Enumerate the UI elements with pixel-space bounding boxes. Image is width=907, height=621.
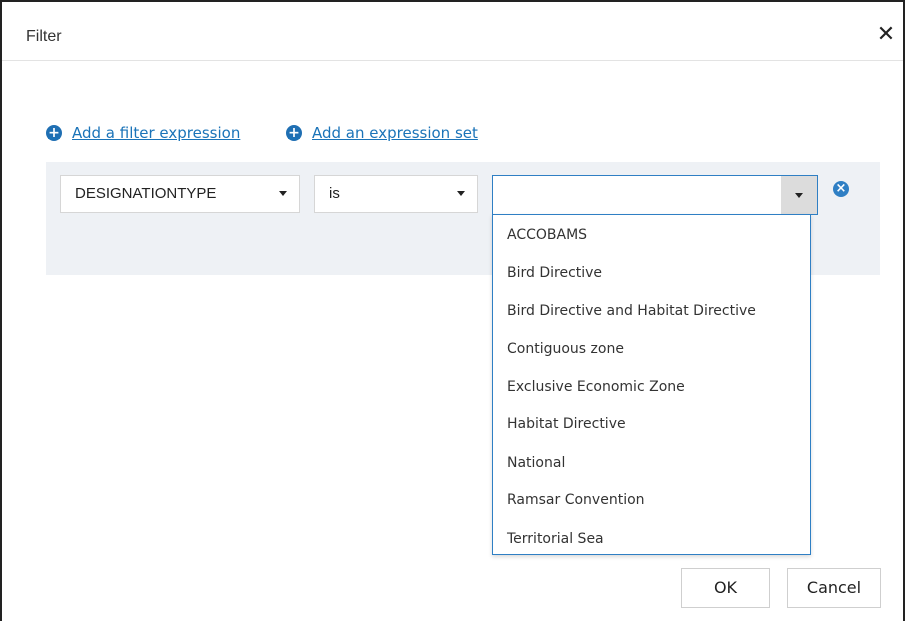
add-expression-set-link[interactable]: + Add an expression set [286,124,478,142]
field-select[interactable]: DESIGNATIONTYPE [60,175,300,213]
value-dropdown-list: ACCOBAMS Bird Directive Bird Directive a… [492,214,811,555]
operator-select-value: is [329,185,340,202]
filter-dialog: Filter ✕ + Add a filter expression + Add… [0,0,905,621]
dropdown-option[interactable]: Bird Directive [507,265,602,281]
value-dropdown-button[interactable] [781,176,817,214]
dropdown-option[interactable]: Territorial Sea [507,531,604,547]
dialog-titlebar: Filter ✕ [2,2,903,61]
field-select-value: DESIGNATIONTYPE [75,185,217,202]
dropdown-option[interactable]: Contiguous zone [507,341,624,357]
operator-select[interactable]: is [314,175,478,213]
cancel-button[interactable]: Cancel [787,568,881,608]
dropdown-option[interactable]: Habitat Directive [507,416,626,432]
caret-down-icon [457,191,465,196]
remove-expression-icon[interactable]: × [833,181,849,197]
add-expression-set-label: Add an expression set [312,124,478,142]
add-filter-expression-label: Add a filter expression [72,124,241,142]
dropdown-option[interactable]: Ramsar Convention [507,492,645,508]
value-select[interactable] [492,175,818,215]
add-filter-expression-link[interactable]: + Add a filter expression [46,124,240,142]
caret-down-icon [279,191,287,196]
dropdown-option[interactable]: Exclusive Economic Zone [507,379,685,395]
dialog-title: Filter [26,28,62,45]
dropdown-option[interactable]: Bird Directive and Habitat Directive [507,303,756,319]
dropdown-option[interactable]: ACCOBAMS [507,227,587,243]
close-icon[interactable]: ✕ [875,24,897,46]
caret-down-icon [795,193,803,198]
ok-button[interactable]: OK [681,568,770,608]
plus-circle-icon: + [286,125,302,141]
dropdown-option[interactable]: National [507,455,565,471]
plus-circle-icon: + [46,125,62,141]
